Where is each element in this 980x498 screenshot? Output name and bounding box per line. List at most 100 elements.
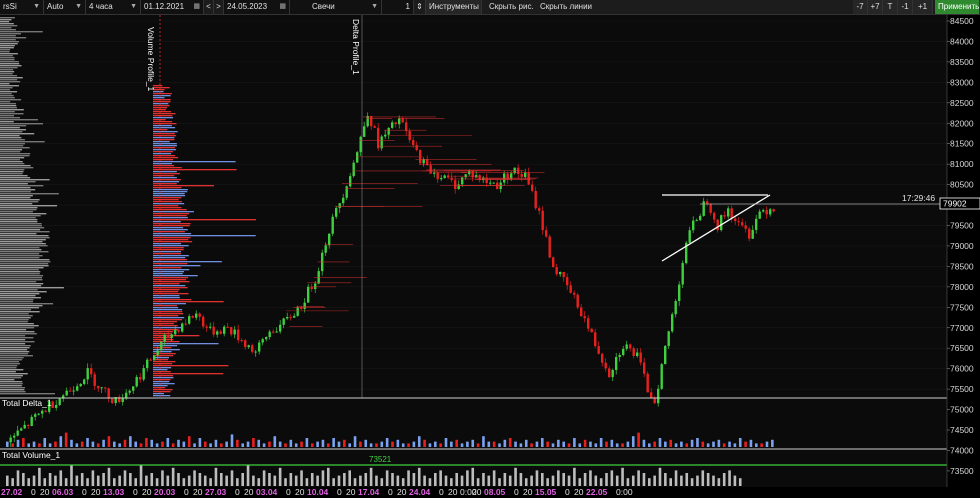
candle-body	[107, 388, 110, 399]
volume-profile-bar	[153, 131, 178, 133]
candle-body	[76, 386, 79, 391]
candle-body	[363, 126, 366, 137]
histogram-bar	[0, 305, 43, 307]
delta-bar	[300, 441, 303, 447]
volume-profile-bar	[153, 225, 190, 227]
chart-type-select[interactable]: Свечи ▼	[290, 0, 382, 14]
time-tick-label: 20.03	[154, 487, 176, 497]
chart-canvas[interactable]: Volume Profile_1 Delta Profile_1 17:29:4…	[0, 15, 980, 498]
apply-button[interactable]: Применить	[935, 0, 980, 14]
histogram-bar	[0, 297, 41, 299]
candle-body	[198, 313, 201, 317]
delta-bar	[706, 443, 710, 447]
timeframe-select[interactable]: 4 часа ▼	[86, 0, 141, 14]
candle-body	[128, 390, 131, 393]
candle-body	[100, 387, 103, 389]
price-tick-label: 78500	[950, 261, 974, 271]
time-tick-label: 17.04	[358, 487, 380, 497]
plus-1-button[interactable]: +1	[913, 0, 933, 14]
histogram-bar	[0, 247, 40, 249]
volume-profile-bar	[153, 203, 185, 205]
scale-select[interactable]: Auto ▼	[44, 0, 86, 14]
histogram-bar	[0, 259, 50, 261]
histogram-bar	[0, 79, 18, 81]
histogram-bar	[0, 25, 18, 27]
volume-profile-bar	[153, 165, 175, 167]
price-tick-label: 81500	[950, 139, 974, 149]
histogram-bar	[0, 377, 22, 379]
candle-body	[142, 368, 145, 380]
volume-bar	[706, 473, 710, 486]
time-tick-label: 20	[397, 487, 407, 497]
date-to-field[interactable]: 24.05.2023 ▦	[224, 0, 290, 14]
tools-button[interactable]: Инструменты	[426, 0, 482, 14]
histogram-bar	[0, 373, 28, 375]
delta-bar	[664, 441, 667, 447]
volume-profile-bar	[153, 117, 174, 119]
volume-bar	[412, 473, 416, 486]
histogram-bar	[0, 393, 55, 395]
plus-7-button[interactable]: +7	[868, 0, 883, 14]
delta-bar	[583, 439, 587, 447]
candle-body	[478, 175, 481, 181]
histogram-bar	[0, 131, 23, 133]
candle-body	[741, 222, 744, 226]
volume-bar	[648, 478, 651, 486]
candle-body	[583, 316, 586, 319]
volume-bar	[401, 478, 405, 486]
hide-lines-button[interactable]: Скрыть линии	[537, 0, 597, 14]
volume-bar	[32, 475, 36, 486]
histogram-bar	[0, 195, 33, 197]
t-button[interactable]: T	[883, 0, 898, 14]
candle-body	[156, 350, 159, 356]
delta-bar	[11, 443, 14, 447]
volume-bar	[444, 475, 448, 486]
histogram-bar	[0, 17, 15, 19]
delta-bar	[439, 443, 442, 447]
candle-body	[443, 175, 446, 179]
delta-bar	[86, 438, 89, 447]
volume-profile-bar	[153, 185, 214, 187]
volume-bar	[417, 467, 421, 486]
date-from-field[interactable]: 01.12.2021 ▦	[141, 0, 204, 14]
minus-1-button[interactable]: -1	[898, 0, 913, 14]
symbol-select[interactable]: rsSi ▼	[0, 0, 44, 14]
volume-bar	[557, 470, 560, 486]
chevron-down-icon: ▼	[33, 3, 40, 10]
histogram-bar	[0, 173, 23, 175]
volume-profile-bar	[153, 271, 185, 273]
hide-drawings-button[interactable]: Скрыть рис.	[486, 0, 536, 14]
histogram-bar	[0, 285, 42, 287]
candle-body	[293, 315, 296, 318]
histogram-bar	[0, 249, 42, 251]
candle-body	[667, 331, 670, 346]
histogram-bar	[0, 127, 20, 129]
volume-bar	[305, 478, 309, 486]
delta-bar	[375, 443, 378, 447]
multiplier-field[interactable]: 1	[382, 0, 414, 14]
volume-profile-bar	[153, 265, 201, 267]
histogram-bar	[0, 263, 49, 265]
volume-bar	[450, 478, 453, 486]
minus-7-button[interactable]: -7	[853, 0, 868, 14]
volume-profile-bar	[153, 349, 180, 351]
volume-bar	[220, 473, 223, 486]
chevron-down-icon: ▼	[75, 3, 82, 10]
volume-bar	[385, 470, 389, 486]
candle-body	[713, 212, 716, 220]
multiplier-stepper[interactable]: ⇕	[414, 0, 426, 14]
volume-profile-bar	[153, 395, 171, 397]
histogram-bar	[0, 255, 43, 257]
histogram-bar	[0, 207, 38, 209]
histogram-bar	[0, 221, 38, 223]
histogram-bar	[0, 287, 64, 289]
volume-bar	[257, 478, 261, 486]
delta-bar	[450, 441, 453, 447]
histogram-bar	[0, 229, 41, 231]
nav-prev-button[interactable]: <	[204, 0, 214, 14]
histogram-bar	[0, 139, 25, 141]
histogram-bar	[0, 121, 14, 123]
candle-body	[604, 362, 607, 369]
histogram-bar	[0, 303, 54, 305]
nav-next-button[interactable]: >	[214, 0, 224, 14]
